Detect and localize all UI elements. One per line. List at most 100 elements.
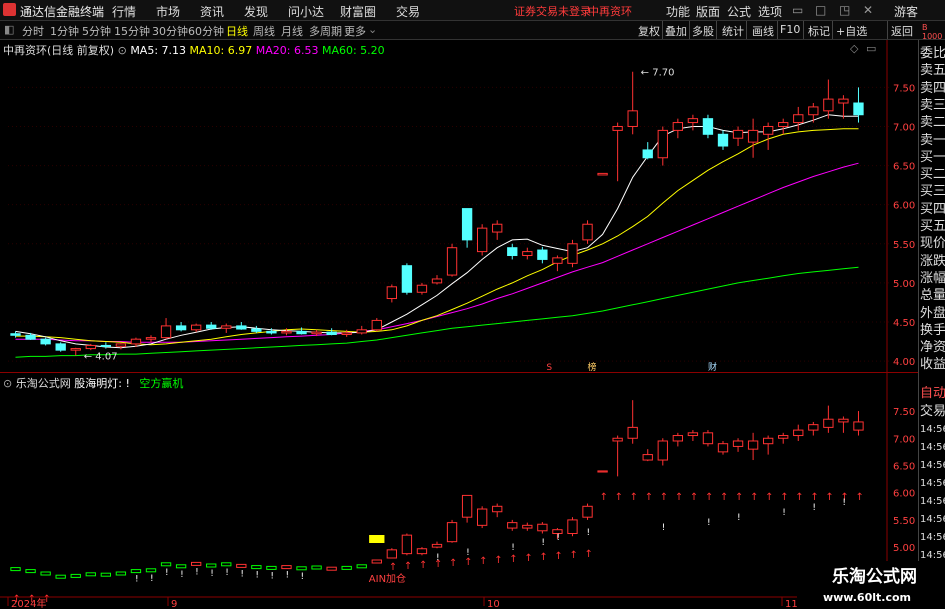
indicator-candle-body	[762, 437, 774, 445]
stock-name-label[interactable]: 中再资环(日线 前复权)	[3, 44, 114, 57]
x-tick-label: 10	[487, 599, 500, 609]
candle-body	[853, 102, 864, 116]
candle-body	[221, 325, 232, 329]
exclamation-mark: !	[812, 503, 816, 513]
candle-body	[687, 118, 699, 124]
indicator-candle-body	[567, 519, 578, 535]
kline-chart[interactable]: !!!!!!!!!!! !↑ ↑ ↑↑ ↑ ↑ ↑ ↑ ↑ ↑ ↑ ↑ ↑ ↑ ↑ ↑ ↑↑ ↑ ↑ ↑ ↑ ↑ ↑ ↑ ↑ ↑ ↑…	[0, 0, 945, 609]
indicator-candle-body	[386, 549, 398, 559]
candle-body	[657, 129, 668, 159]
candle-body	[461, 208, 473, 241]
exclamation-mark: !	[240, 569, 244, 579]
y-tick-label: 6.00	[893, 201, 915, 212]
ma10-line	[15, 128, 859, 346]
indicator-settings-icon[interactable]: ⊙	[3, 377, 12, 390]
candle-body	[401, 265, 413, 293]
candle-body	[145, 337, 157, 340]
maximize-chart-icon[interactable]: ▭	[866, 42, 876, 55]
buy-arrow: ↑	[675, 492, 683, 503]
exclamation-mark: !	[270, 571, 274, 581]
candle-body	[476, 227, 488, 253]
diamond-icon[interactable]: ◇	[850, 42, 858, 55]
ma5-line	[15, 114, 859, 349]
settings-icon[interactable]: ⊙	[118, 44, 127, 57]
exclamation-mark: !	[556, 533, 560, 543]
buy-arrow: ↑	[404, 561, 412, 572]
buy-arrow: ↑	[705, 492, 713, 503]
candle-body	[160, 325, 172, 339]
y-tick-label: 7.00	[893, 434, 915, 445]
candle-body	[386, 286, 398, 300]
indicator-title: 股海明灯:	[74, 377, 122, 390]
indicator-candle-body	[537, 523, 548, 532]
exclamation-mark: !	[511, 543, 515, 553]
low-bar	[100, 572, 112, 577]
exclamation-mark: !	[165, 568, 169, 578]
exclamation-mark: !	[135, 575, 139, 585]
buy-arrow: ↑	[690, 492, 698, 503]
candle-body	[747, 129, 759, 143]
indicator-candle-body	[657, 440, 668, 461]
quote-field: 买四	[920, 201, 945, 217]
quote-field: 买二	[920, 167, 945, 183]
quote-field: 总量	[920, 288, 945, 304]
trade-time: 14:56	[920, 496, 945, 507]
low-bar	[236, 563, 247, 568]
exclamation-mark: !	[255, 571, 259, 581]
buy-arrow: ↑	[554, 551, 562, 562]
exclamation-mark: !	[707, 518, 711, 528]
candle-body	[236, 325, 247, 330]
low-bar	[206, 563, 217, 568]
quote-panel: 委比 卖五 卖四 卖三 卖二 卖一 买一 买二 买三 买四 买五 现价 涨跌 涨幅 总量 外盘 换手 净资 收益 自…	[918, 40, 945, 609]
low-bar	[145, 568, 157, 573]
indicator-candle-body	[522, 524, 533, 529]
watermark-url: www.60lt.com	[822, 591, 911, 604]
quote-field: 卖二	[920, 115, 945, 131]
candle-body	[311, 331, 322, 335]
candle-body	[206, 324, 217, 329]
panel-divider	[0, 372, 918, 373]
candle-body	[612, 125, 623, 131]
indicator-candle-body	[732, 440, 744, 447]
candle-body	[582, 223, 593, 241]
indicator-name[interactable]: 乐淘公式网	[16, 377, 71, 390]
exclamation-mark: !	[842, 498, 846, 508]
auto-trade-label: 交易	[920, 404, 945, 419]
exclamation-mark: !	[662, 523, 666, 533]
buy-arrow: ↑	[750, 492, 758, 503]
y-tick-label: 7.00	[893, 122, 915, 133]
candle-body	[762, 125, 774, 135]
trade-time: 14:56	[920, 532, 945, 543]
y-tick-label: 6.00	[893, 489, 915, 500]
high-label: ← 7.70	[641, 68, 675, 79]
candle-body	[130, 338, 142, 345]
exclamation-mark: !	[210, 569, 214, 579]
low-bar	[221, 562, 232, 567]
candle-body	[597, 172, 608, 176]
candle-body	[326, 331, 337, 335]
low-bar	[160, 562, 172, 567]
quote-field: 收益	[920, 357, 945, 373]
buy-arrow: ↑	[449, 558, 457, 569]
candle-body	[85, 344, 96, 350]
indicator-label: 空方赢机	[139, 377, 184, 390]
candle-body	[446, 247, 458, 276]
quote-field: 外盘	[920, 305, 945, 321]
exclamation-mark: !	[195, 567, 199, 577]
candle-body	[190, 324, 202, 331]
quote-field: 卖三	[920, 97, 945, 113]
indicator-candle-body	[416, 548, 428, 555]
candle-body	[732, 129, 744, 139]
y-tick-label: 5.00	[893, 279, 915, 290]
buy-arrow: ↑	[735, 492, 743, 503]
watermark-title: 乐淘公式网	[832, 567, 917, 587]
candle-body	[627, 110, 638, 127]
quote-field: 卖五	[920, 63, 945, 79]
candle-body	[55, 343, 66, 351]
quote-field: 卖四	[920, 80, 945, 96]
buy-arrow: ↑	[720, 492, 728, 503]
ma5-label: MA5: 7.13	[130, 44, 187, 57]
candle-body	[717, 133, 729, 147]
indicator-value: !	[125, 377, 130, 390]
buy-arrow: ↑	[615, 492, 623, 503]
